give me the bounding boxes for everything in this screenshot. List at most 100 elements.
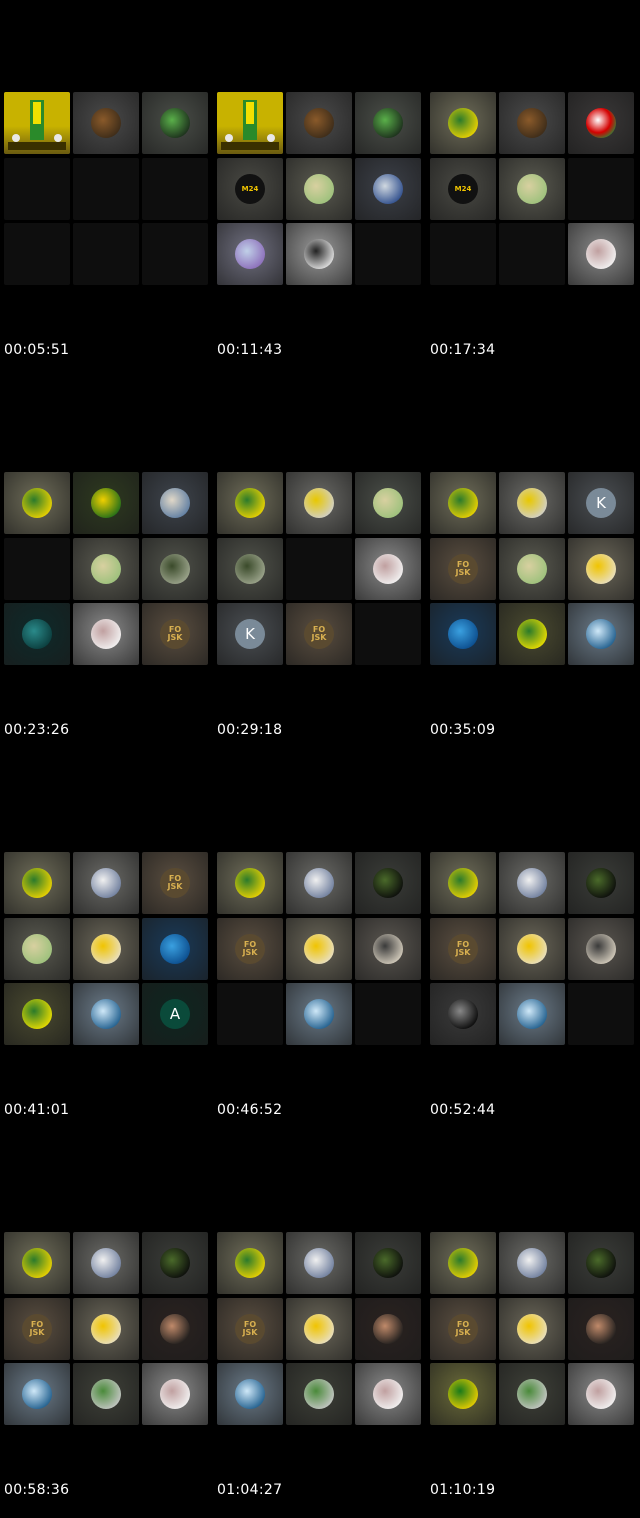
- participant-tile[interactable]: [4, 92, 70, 154]
- participant-tile[interactable]: [286, 472, 352, 534]
- participant-tile[interactable]: [568, 1232, 634, 1294]
- participant-tile[interactable]: [568, 92, 634, 154]
- participant-tile[interactable]: [286, 92, 352, 154]
- participant-tile[interactable]: [355, 472, 421, 534]
- empty-tile: [355, 603, 421, 665]
- participant-tile[interactable]: [499, 158, 565, 220]
- participant-tile[interactable]: K: [217, 603, 283, 665]
- participant-tile[interactable]: [73, 472, 139, 534]
- participant-tile[interactable]: [430, 1232, 496, 1294]
- participant-tile[interactable]: [4, 1363, 70, 1425]
- participant-tile[interactable]: [499, 852, 565, 914]
- participant-tile[interactable]: M24: [430, 158, 496, 220]
- participant-tile[interactable]: [217, 1232, 283, 1294]
- participant-tile[interactable]: [73, 603, 139, 665]
- participant-tile[interactable]: [217, 92, 283, 154]
- participant-tile[interactable]: FO JSK: [217, 1298, 283, 1360]
- participant-tile[interactable]: M24: [217, 158, 283, 220]
- participant-tile[interactable]: [568, 223, 634, 285]
- participant-tile[interactable]: [430, 92, 496, 154]
- participant-tile[interactable]: [568, 538, 634, 600]
- participant-tile[interactable]: [568, 918, 634, 980]
- participant-tile[interactable]: [217, 538, 283, 600]
- participant-tile[interactable]: [355, 538, 421, 600]
- participant-tile[interactable]: [4, 852, 70, 914]
- participant-tile[interactable]: [499, 92, 565, 154]
- participant-tile[interactable]: FO JSK: [430, 1298, 496, 1360]
- participant-tile[interactable]: [355, 92, 421, 154]
- participant-tile[interactable]: [355, 1298, 421, 1360]
- participant-tile[interactable]: [568, 1363, 634, 1425]
- participant-tile[interactable]: [217, 223, 283, 285]
- team-pic-avatar: [304, 1379, 334, 1409]
- participant-tile[interactable]: [142, 538, 208, 600]
- participant-tile[interactable]: [355, 1363, 421, 1425]
- participant-tile[interactable]: [142, 918, 208, 980]
- participant-tile[interactable]: [499, 1232, 565, 1294]
- participant-tile[interactable]: [286, 158, 352, 220]
- participant-tile[interactable]: [4, 918, 70, 980]
- participant-tile[interactable]: [217, 472, 283, 534]
- participant-tile[interactable]: [286, 223, 352, 285]
- participant-tile[interactable]: [142, 1363, 208, 1425]
- participant-tile[interactable]: [499, 472, 565, 534]
- participant-tile[interactable]: [499, 918, 565, 980]
- participant-tile[interactable]: FO JSK: [430, 918, 496, 980]
- participant-tile[interactable]: [430, 852, 496, 914]
- logo-n-avatar: [22, 619, 52, 649]
- participant-tile[interactable]: [73, 1232, 139, 1294]
- participant-tile[interactable]: [142, 92, 208, 154]
- dark-face-avatar: [373, 1314, 403, 1344]
- participant-tile[interactable]: [355, 918, 421, 980]
- participant-tile[interactable]: [4, 472, 70, 534]
- participant-tile[interactable]: [73, 918, 139, 980]
- participant-tile[interactable]: [568, 603, 634, 665]
- participant-tile[interactable]: [217, 852, 283, 914]
- participant-tile[interactable]: A: [142, 983, 208, 1045]
- participant-tile[interactable]: FO JSK: [4, 1298, 70, 1360]
- participant-tile[interactable]: [499, 538, 565, 600]
- participant-tile[interactable]: [73, 1363, 139, 1425]
- participant-tile[interactable]: [355, 852, 421, 914]
- participant-tile[interactable]: [286, 983, 352, 1045]
- participant-tile[interactable]: [568, 1298, 634, 1360]
- participant-tile[interactable]: FO JSK: [142, 603, 208, 665]
- participant-tile[interactable]: [142, 1298, 208, 1360]
- participant-tile[interactable]: FO JSK: [217, 918, 283, 980]
- participant-tile[interactable]: [286, 852, 352, 914]
- participant-tile[interactable]: FO JSK: [430, 538, 496, 600]
- participant-tile[interactable]: [73, 92, 139, 154]
- participant-tile[interactable]: [4, 983, 70, 1045]
- participant-tile[interactable]: [4, 603, 70, 665]
- participant-tile[interactable]: [4, 1232, 70, 1294]
- participant-tile[interactable]: [499, 1363, 565, 1425]
- participant-tile[interactable]: [217, 1363, 283, 1425]
- participant-tile[interactable]: [355, 158, 421, 220]
- participant-tile[interactable]: [286, 918, 352, 980]
- participant-tile[interactable]: [73, 852, 139, 914]
- fojsk-avatar: FO JSK: [304, 619, 334, 649]
- participant-tile[interactable]: [430, 1363, 496, 1425]
- participant-tile[interactable]: FO JSK: [142, 852, 208, 914]
- participant-tile[interactable]: [286, 1232, 352, 1294]
- participant-tile[interactable]: [355, 1232, 421, 1294]
- participant-tile[interactable]: [73, 983, 139, 1045]
- participant-tile[interactable]: [73, 538, 139, 600]
- fojsk-avatar: FO JSK: [235, 934, 265, 964]
- participant-tile[interactable]: [430, 983, 496, 1045]
- participant-tile[interactable]: FO JSK: [286, 603, 352, 665]
- participant-tile[interactable]: [568, 852, 634, 914]
- participant-tile[interactable]: K: [568, 472, 634, 534]
- participant-tile[interactable]: [499, 983, 565, 1045]
- participant-tile[interactable]: [142, 1232, 208, 1294]
- participant-tile[interactable]: [142, 472, 208, 534]
- participant-tile[interactable]: [73, 1298, 139, 1360]
- participant-tile[interactable]: [430, 472, 496, 534]
- participant-tile[interactable]: [499, 1298, 565, 1360]
- participant-tile[interactable]: [430, 603, 496, 665]
- participant-tile[interactable]: [499, 603, 565, 665]
- jersey-avatar: [448, 488, 478, 518]
- participant-tile[interactable]: [286, 1363, 352, 1425]
- participant-tile[interactable]: [286, 1298, 352, 1360]
- stadium-avatar: [235, 554, 265, 584]
